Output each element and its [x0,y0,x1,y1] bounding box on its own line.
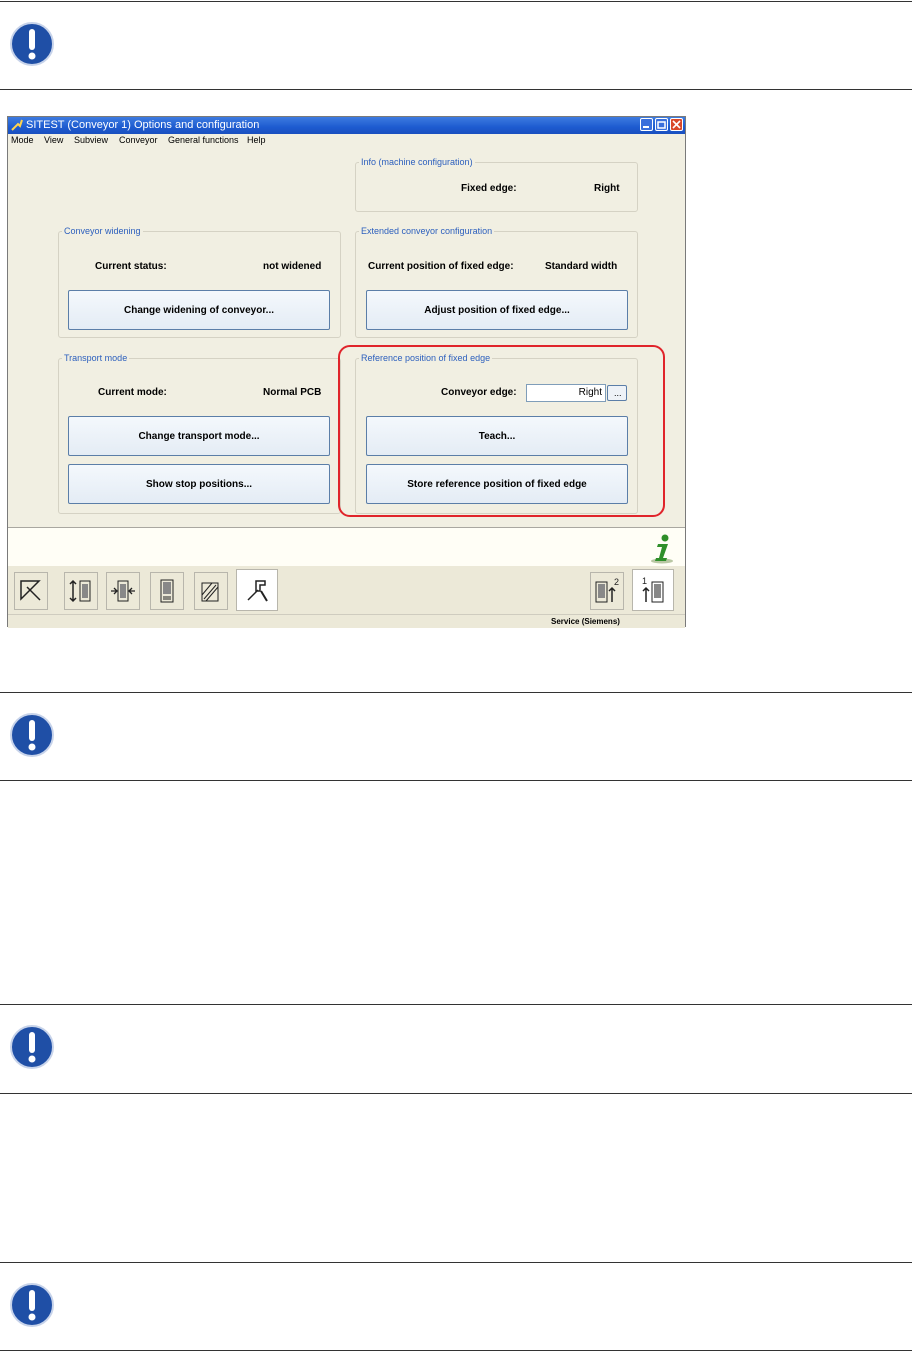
important-note-icon [10,1283,54,1327]
maximize-button[interactable] [655,118,668,131]
conveyor-narrow-button[interactable] [106,572,140,610]
conveyor-layers-button[interactable] [194,572,228,610]
fixed-edge-label: Fixed edge: [461,183,517,194]
status-area [8,527,685,567]
fixed-edge-position-value: Standard width [545,261,618,272]
wrench-settings-icon [247,580,268,602]
change-transport-mode-button[interactable]: Change transport mode... [68,416,330,456]
menu-view[interactable]: View [44,134,63,147]
store-reference-button[interactable]: Store reference position of fixed edge [366,464,628,504]
conveyor-edge-label: Conveyor edge: [441,387,517,398]
important-note-icon [10,1025,54,1069]
separator-4b [0,1350,912,1351]
conveyor-1-button[interactable]: 1 [632,569,674,611]
transport-mode-value: Normal PCB [263,387,322,398]
sitest-window: SITEST (Conveyor 1) Options and configur… [7,116,686,628]
window-title: SITEST (Conveyor 1) Options and configur… [26,119,260,131]
conveyor-narrow-icon [111,580,135,602]
minimize-button[interactable] [640,118,653,131]
separator-4a [0,1262,912,1263]
change-widening-button[interactable]: Change widening of conveyor... [68,290,330,330]
fixed-edge-value: Right [594,183,620,194]
close-icon [672,120,681,129]
widening-status-label: Current status: [95,261,167,272]
app-icon [11,119,23,131]
separator-top-1 [0,1,912,2]
adjust-fixed-edge-button[interactable]: Adjust position of fixed edge... [366,290,628,330]
close-button[interactable] [670,118,683,131]
separator-3b [0,1093,912,1094]
info-group-legend: Info (machine configuration) [361,157,473,167]
transport-group-legend: Transport mode [64,353,128,363]
fixed-edge-position-label: Current position of fixed edge: [368,261,514,272]
separator-top-2 [0,89,912,90]
menu-help[interactable]: Help [247,134,266,147]
menu-subview[interactable]: Subview [74,134,108,147]
bottom-toolbar: 2 1 [8,566,685,614]
conveyor-2-button[interactable]: 2 [590,572,624,610]
svg-text:2: 2 [614,577,619,587]
conveyor-grid-button[interactable] [150,572,184,610]
widening-group-legend: Conveyor widening [64,226,141,236]
current-user: Service (Siemens) [551,617,620,626]
status-bar: Service (Siemens) [8,614,685,628]
conveyor-1-icon: 1 [642,576,664,603]
title-bar: SITEST (Conveyor 1) Options and configur… [8,117,685,134]
service-settings-button[interactable] [236,569,278,611]
conveyor-width-button[interactable] [64,572,98,610]
important-note-icon [10,713,54,757]
select-arrow-button[interactable] [14,572,48,610]
conveyor-layers-icon [201,582,219,602]
conveyor-edge-field[interactable]: Right [526,384,606,402]
info-icon[interactable] [648,534,676,564]
svg-text:1: 1 [642,576,647,586]
options-panel: Info (machine configuration) Fixed edge:… [8,147,685,527]
extended-group-legend: Extended conveyor configuration [361,226,493,236]
separator-2a [0,692,912,693]
separator-3a [0,1004,912,1005]
conveyor-edge-browse-button[interactable]: ... [607,385,627,401]
conveyor-grid-icon [160,579,174,603]
menu-conveyor[interactable]: Conveyor [119,134,158,147]
separator-2b [0,780,912,781]
minimize-icon [643,126,649,128]
menu-bar: Mode View Subview Conveyor General funct… [8,134,685,147]
reference-group-legend: Reference position of fixed edge [361,353,491,363]
important-note-icon [10,22,54,66]
menu-mode[interactable]: Mode [11,134,34,147]
conveyor-2-icon: 2 [595,577,619,603]
show-stop-positions-button[interactable]: Show stop positions... [68,464,330,504]
conveyor-width-icon [69,579,91,603]
transport-mode-label: Current mode: [98,387,167,398]
restore-icon [657,121,666,129]
menu-general-functions[interactable]: General functions [168,134,239,147]
teach-button[interactable]: Teach... [366,416,628,456]
widening-status-value: not widened [263,261,322,272]
select-arrow-icon [20,580,41,601]
